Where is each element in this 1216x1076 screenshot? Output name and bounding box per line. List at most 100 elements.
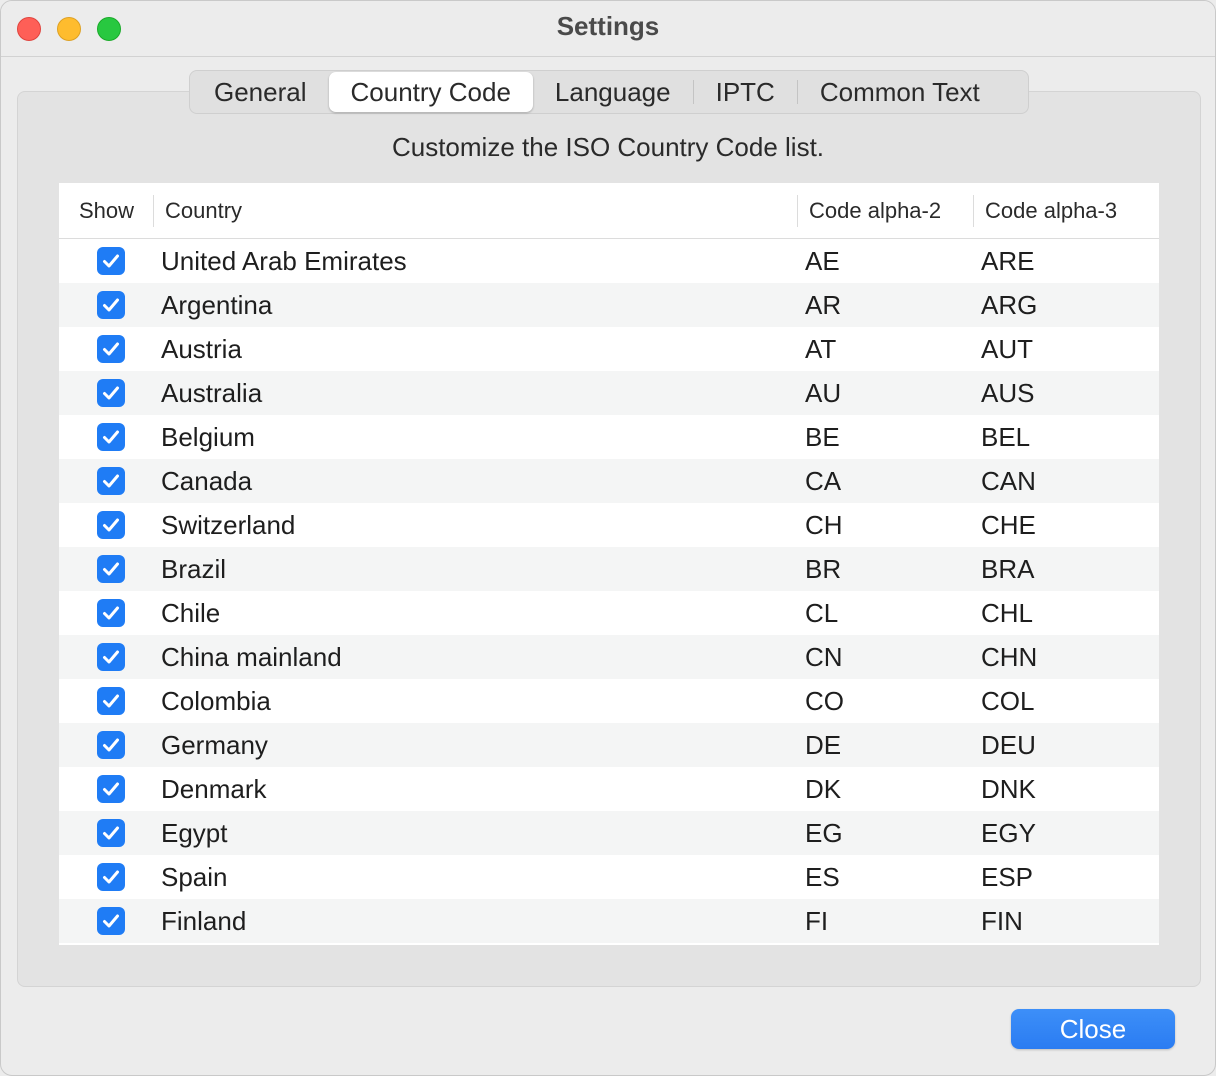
table-row[interactable]: Canada CA CAN <box>59 459 1159 503</box>
alpha3-cell: AUT <box>981 334 1033 364</box>
checkmark-icon <box>103 518 119 532</box>
table-header: Show Country Code alpha-2 Code alpha-3 <box>59 183 1159 239</box>
tab-language[interactable]: Language <box>533 72 693 112</box>
checkmark-icon <box>103 782 119 796</box>
table-row[interactable]: Belgium BE BEL <box>59 415 1159 459</box>
country-cell: Finland <box>161 906 247 936</box>
checkmark-icon <box>103 474 119 488</box>
checkmark-icon <box>103 650 119 664</box>
show-checkbox[interactable] <box>97 291 125 319</box>
alpha2-cell: CO <box>805 686 844 716</box>
alpha2-cell: BR <box>805 554 842 584</box>
checkmark-icon <box>103 914 119 928</box>
table-row[interactable]: Switzerland CH CHE <box>59 503 1159 547</box>
alpha3-cell: ARE <box>981 246 1035 276</box>
checkmark-icon <box>103 298 119 312</box>
alpha2-cell: EG <box>805 818 843 848</box>
column-header-alpha3[interactable]: Code alpha-3 <box>985 183 1117 239</box>
alpha3-cell: CHL <box>981 598 1034 628</box>
country-cell: Australia <box>161 378 263 408</box>
show-checkbox[interactable] <box>97 599 125 627</box>
table-row[interactable]: Chile CL CHL <box>59 591 1159 635</box>
show-checkbox[interactable] <box>97 819 125 847</box>
country-cell: Austria <box>161 334 242 364</box>
tab-common-text[interactable]: Common Text <box>798 72 1002 112</box>
checkmark-icon <box>103 342 119 356</box>
country-cell: Brazil <box>161 554 227 584</box>
alpha2-cell: CA <box>805 466 842 496</box>
column-header-alpha2[interactable]: Code alpha-2 <box>809 183 941 239</box>
close-button[interactable]: Close <box>1011 1009 1175 1049</box>
alpha3-cell: BRA <box>981 554 1035 584</box>
show-checkbox[interactable] <box>97 643 125 671</box>
country-cell: United Arab Emirates <box>161 246 407 276</box>
country-cell: Egypt <box>161 818 228 848</box>
show-checkbox[interactable] <box>97 423 125 451</box>
alpha3-cell: ESP <box>981 862 1034 892</box>
country-cell: Spain <box>161 862 228 892</box>
alpha3-cell: CHE <box>981 510 1036 540</box>
column-divider[interactable] <box>153 195 154 227</box>
table-row[interactable]: Brazil BR BRA <box>59 547 1159 591</box>
column-header-country[interactable]: Country <box>165 183 242 239</box>
checkmark-icon <box>103 430 119 444</box>
alpha2-cell: DK <box>805 774 842 804</box>
country-cell: Canada <box>161 466 253 496</box>
alpha3-cell: FIN <box>981 906 1023 936</box>
show-checkbox[interactable] <box>97 511 125 539</box>
alpha3-cell: COL <box>981 686 1035 716</box>
checkmark-icon <box>103 606 119 620</box>
alpha3-cell: BEL <box>981 422 1031 452</box>
alpha3-cell: ARG <box>981 290 1038 320</box>
show-checkbox[interactable] <box>97 731 125 759</box>
checkmark-icon <box>103 386 119 400</box>
table-row[interactable]: China mainland CN CHN <box>59 635 1159 679</box>
alpha2-cell: FI <box>805 906 829 936</box>
show-checkbox[interactable] <box>97 379 125 407</box>
show-checkbox[interactable] <box>97 247 125 275</box>
table-row[interactable]: Argentina AR ARG <box>59 283 1159 327</box>
show-checkbox[interactable] <box>97 467 125 495</box>
show-checkbox[interactable] <box>97 863 125 891</box>
checkmark-icon <box>103 694 119 708</box>
country-cell: Belgium <box>161 422 255 452</box>
column-divider[interactable] <box>797 195 798 227</box>
country-cell: Denmark <box>161 774 267 804</box>
show-checkbox[interactable] <box>97 687 125 715</box>
table-row[interactable]: Colombia CO COL <box>59 679 1159 723</box>
alpha2-cell: AE <box>805 246 840 276</box>
table-row[interactable]: Germany DE DEU <box>59 723 1159 767</box>
show-checkbox[interactable] <box>97 335 125 363</box>
table-row[interactable]: Austria AT AUT <box>59 327 1159 371</box>
tab-bar: General Country Code Language IPTC Commo… <box>189 70 1029 114</box>
table-row[interactable]: United Arab Emirates AE ARE <box>59 239 1159 283</box>
column-divider[interactable] <box>973 195 974 227</box>
alpha2-cell: DE <box>805 730 842 760</box>
tab-iptc[interactable]: IPTC <box>694 72 797 112</box>
alpha3-cell: AUS <box>981 378 1035 408</box>
country-cell: Switzerland <box>161 510 296 540</box>
country-cell: Colombia <box>161 686 271 716</box>
table-row[interactable]: Denmark DK DNK <box>59 767 1159 811</box>
table-row[interactable]: Finland FI FIN <box>59 899 1159 943</box>
alpha2-cell: CN <box>805 642 843 672</box>
tab-general[interactable]: General <box>192 72 329 112</box>
column-header-show[interactable]: Show <box>79 183 134 239</box>
table-row[interactable]: Spain ES ESP <box>59 855 1159 899</box>
checkmark-icon <box>103 870 119 884</box>
table-row[interactable]: Australia AU AUS <box>59 371 1159 415</box>
alpha2-cell: BE <box>805 422 840 452</box>
table-row[interactable]: Egypt EG EGY <box>59 811 1159 855</box>
section-description: Customize the ISO Country Code list. <box>391 132 825 162</box>
alpha3-cell: DNK <box>981 774 1036 804</box>
country-cell: Argentina <box>161 290 273 320</box>
country-code-table: Show Country Code alpha-2 Code alpha-3 U… <box>59 183 1159 945</box>
country-cell: Chile <box>161 598 221 628</box>
show-checkbox[interactable] <box>97 555 125 583</box>
show-checkbox[interactable] <box>97 907 125 935</box>
checkmark-icon <box>103 738 119 752</box>
show-checkbox[interactable] <box>97 775 125 803</box>
alpha3-cell: CHN <box>981 642 1038 672</box>
checkmark-icon <box>103 254 119 268</box>
tab-country-code[interactable]: Country Code <box>328 72 533 112</box>
